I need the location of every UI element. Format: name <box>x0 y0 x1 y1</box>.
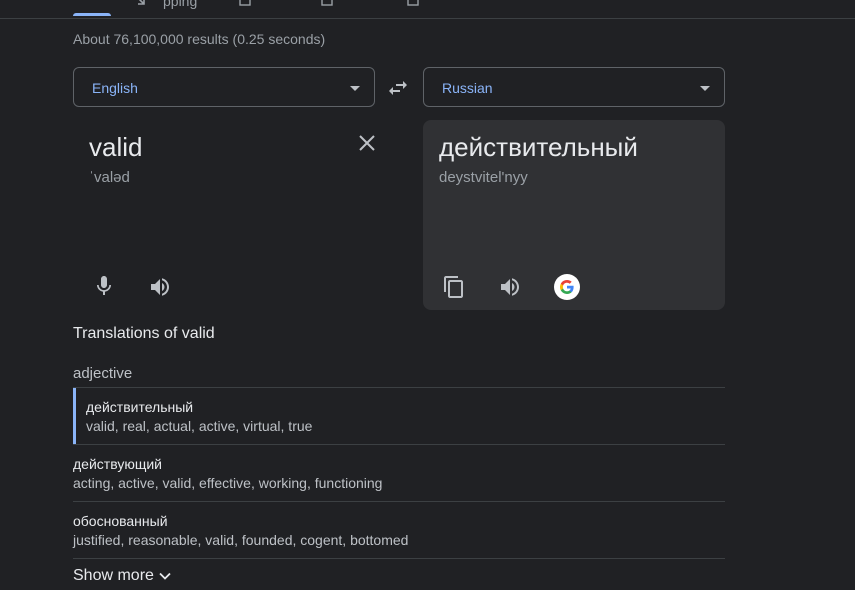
copy-icon <box>444 276 463 298</box>
divider <box>73 558 725 559</box>
search-tabs: pping <box>0 0 855 19</box>
close-icon <box>359 135 375 151</box>
source-transliteration: ˈvaləd <box>89 169 130 186</box>
active-tab-indicator <box>73 13 111 16</box>
target-listen-button[interactable] <box>498 275 522 299</box>
target-language-select[interactable]: Russian <box>423 67 725 107</box>
tab-icon-books[interactable] <box>320 0 334 8</box>
chevron-down-icon <box>159 572 171 580</box>
source-text[interactable]: valid <box>89 132 142 163</box>
voice-input-button[interactable] <box>92 274 116 298</box>
source-listen-button[interactable] <box>148 275 172 299</box>
show-more-button[interactable]: Show more <box>73 567 172 585</box>
translation-synonyms: valid, real, actual, active, virtual, tr… <box>86 418 313 434</box>
target-language-label: Russian <box>442 80 493 96</box>
google-icon <box>560 280 574 294</box>
target-transliteration: deystvitel'nyy <box>439 169 528 186</box>
tab-icon-news[interactable] <box>238 0 252 8</box>
source-text-panel: valid ˈvaləd <box>73 120 375 310</box>
translated-text: действительный <box>439 132 638 162</box>
clear-text-button[interactable] <box>357 133 381 157</box>
translation-entry[interactable]: действующий acting, active, valid, effec… <box>73 445 725 501</box>
translation-entry[interactable]: обоснованный justified, reasonable, vali… <box>73 502 725 558</box>
speaker-icon <box>501 278 519 296</box>
copy-translation-button[interactable] <box>442 275 466 299</box>
tab-shopping[interactable]: pping <box>163 0 197 9</box>
translation-synonyms: acting, active, valid, effective, workin… <box>73 475 383 491</box>
translation-synonyms: justified, reasonable, valid, founded, c… <box>73 532 409 548</box>
source-language-label: English <box>92 80 138 96</box>
tab-icon-more[interactable] <box>406 0 420 8</box>
translation-word: обоснованный <box>73 513 168 529</box>
swap-languages-button[interactable] <box>386 76 410 100</box>
result-stats: About 76,100,000 results (0.25 seconds) <box>73 31 326 47</box>
translate-results-page: pping About 76,100,000 results (0.25 sec… <box>0 0 855 590</box>
part-of-speech-label: adjective <box>73 365 133 382</box>
chevron-down-icon <box>700 86 710 91</box>
chevron-down-icon <box>350 86 360 91</box>
translation-output-panel: действительный deystvitel'nyy <box>423 120 725 310</box>
translation-word: действительный <box>86 399 194 415</box>
speaker-icon <box>151 278 169 296</box>
show-more-label: Show more <box>73 567 154 584</box>
translation-word: действующий <box>73 456 162 472</box>
selected-indicator <box>73 388 76 444</box>
translations-heading: Translations of valid <box>73 325 215 342</box>
microphone-icon <box>97 276 111 295</box>
source-language-select[interactable]: English <box>73 67 375 107</box>
open-google-translate-button[interactable] <box>554 274 580 300</box>
translation-entry[interactable]: действительный valid, real, actual, acti… <box>73 388 725 444</box>
swap-arrows-icon <box>389 81 407 95</box>
tab-arrow-icon[interactable] <box>134 0 148 8</box>
